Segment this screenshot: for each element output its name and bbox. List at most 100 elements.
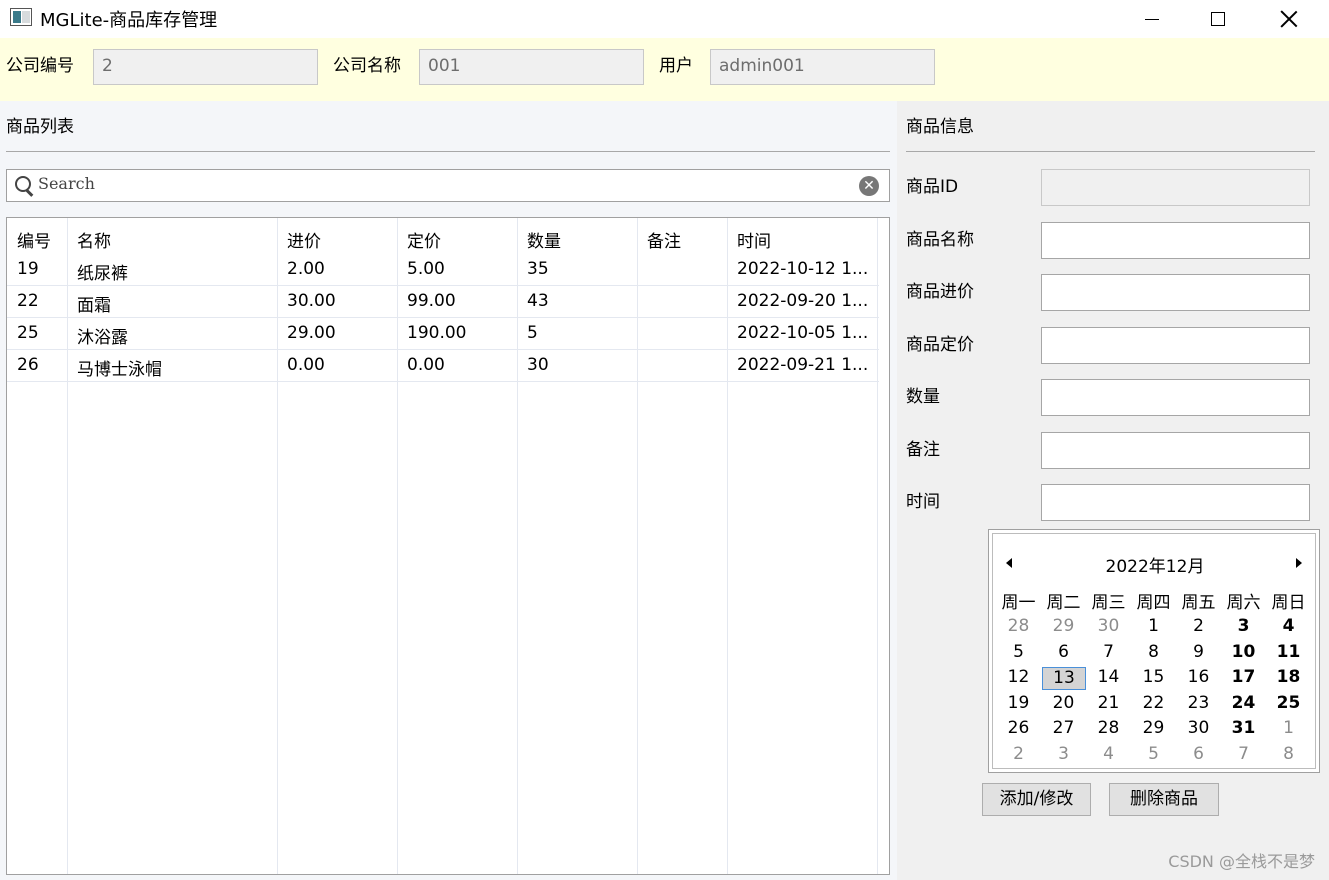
calendar-day[interactable]: 1 (1266, 718, 1311, 738)
table-cell: 2022-09-20 1... (737, 291, 869, 311)
table-cell: 35 (527, 259, 549, 279)
column-header[interactable]: 定价 (407, 227, 441, 252)
calendar-day[interactable]: 17 (1221, 667, 1266, 687)
search-icon (15, 176, 31, 192)
table-cell: 2022-09-21 1... (737, 355, 869, 375)
minimize-button[interactable] (1117, 0, 1187, 38)
calendar-day[interactable]: 2 (1176, 616, 1221, 636)
app-icon (10, 8, 32, 26)
table-row[interactable]: 19 纸尿裤 2.00 5.00 35 2022-10-12 1... (7, 254, 879, 286)
column-header[interactable]: 数量 (527, 227, 561, 252)
calendar-day[interactable]: 11 (1266, 642, 1311, 662)
calendar-day[interactable]: 6 (1176, 744, 1221, 764)
calendar-today[interactable]: 13 (1042, 667, 1086, 690)
table-cell: 5 (527, 323, 538, 343)
calendar-day[interactable]: 4 (1266, 616, 1311, 636)
table-row[interactable]: 22 面霜 30.00 99.00 43 2022-09-20 1... (7, 286, 879, 318)
calendar-day[interactable]: 9 (1176, 642, 1221, 662)
calendar-day[interactable]: 27 (1041, 718, 1086, 738)
field-input[interactable] (1041, 431, 1310, 469)
company-name-label: 公司名称 (333, 56, 401, 76)
close-button[interactable] (1254, 0, 1324, 38)
column-header[interactable]: 进价 (287, 227, 321, 252)
calendar-day[interactable]: 29 (1041, 616, 1086, 636)
calendar-day[interactable]: 21 (1086, 693, 1131, 713)
delete-product-button[interactable]: 删除商品 (1109, 783, 1219, 816)
calendar-day[interactable]: 10 (1221, 642, 1266, 662)
calendar-day[interactable]: 7 (1221, 744, 1266, 764)
weekday-label: 周三 (1091, 593, 1126, 613)
user-field: admin001 (710, 49, 935, 85)
weekday-label: 周日 (1271, 593, 1306, 613)
calendar-day[interactable]: 3 (1221, 616, 1266, 636)
clear-icon[interactable]: ✕ (859, 176, 879, 196)
calendar-day[interactable]: 18 (1266, 667, 1311, 687)
table-cell: 2022-10-05 1... (737, 323, 869, 343)
table-cell: 26 (17, 355, 39, 375)
calendar-day[interactable]: 1 (1131, 616, 1176, 636)
calendar-day[interactable]: 8 (1131, 642, 1176, 662)
date-calendar[interactable]: 2022年12月 周一 周二 周三 周四 周五 周六 周日 28 29 30 1 2 3 4 5 6 7 8 9 10… (988, 529, 1320, 773)
column-header[interactable]: 编号 (17, 227, 51, 252)
calendar-day[interactable]: 5 (996, 642, 1041, 662)
close-icon (1280, 10, 1298, 28)
product-table[interactable]: 编号 名称 进价 定价 数量 备注 时间 19 纸尿裤 2.00 5.00 35 2022-10-12… (6, 217, 890, 875)
calendar-day[interactable]: 28 (996, 616, 1041, 636)
column-header[interactable]: 时间 (737, 227, 771, 252)
search-input[interactable]: Search ✕ (6, 169, 890, 202)
calendar-day[interactable]: 4 (1086, 744, 1131, 764)
column-header[interactable]: 备注 (647, 227, 681, 252)
divider (6, 151, 890, 152)
table-cell: 2.00 (287, 259, 325, 279)
field-input[interactable] (1041, 221, 1310, 259)
table-row[interactable]: 25 沐浴露 29.00 190.00 5 2022-10-05 1... (7, 318, 879, 350)
calendar-day[interactable]: 25 (1266, 693, 1311, 713)
calendar-day[interactable]: 20 (1041, 693, 1086, 713)
field-input[interactable] (1041, 379, 1310, 416)
company-id-label: 公司编号 (6, 56, 74, 76)
company-name-field: 001 (419, 49, 644, 85)
calendar-day[interactable]: 16 (1176, 667, 1221, 687)
maximize-button[interactable] (1183, 0, 1253, 38)
calendar-day[interactable]: 26 (996, 718, 1041, 738)
table-cell: 面霜 (77, 296, 111, 316)
calendar-day[interactable]: 23 (1176, 693, 1221, 713)
calendar-day[interactable]: 19 (996, 693, 1041, 713)
table-cell: 马博士泳帽 (77, 360, 162, 380)
calendar-day[interactable]: 28 (1086, 718, 1131, 738)
field-input[interactable] (1041, 326, 1310, 364)
field-label: 商品进价 (906, 282, 974, 302)
table-row[interactable]: 26 马博士泳帽 0.00 0.00 30 2022-09-21 1... (7, 350, 879, 382)
calendar-day[interactable]: 31 (1221, 718, 1266, 738)
calendar-month-label[interactable]: 2022年12月 (993, 552, 1317, 577)
next-month-icon[interactable] (1296, 558, 1302, 568)
calendar-day[interactable]: 8 (1266, 744, 1311, 764)
company-id-field: 2 (93, 49, 318, 85)
weekday-label: 周一 (1001, 593, 1036, 613)
field-input[interactable] (1041, 484, 1310, 521)
calendar-day[interactable]: 30 (1176, 718, 1221, 738)
calendar-day[interactable]: 24 (1221, 693, 1266, 713)
weekday-label: 周四 (1136, 593, 1171, 613)
add-edit-button[interactable]: 添加/修改 (982, 783, 1091, 816)
table-cell: 30.00 (287, 291, 336, 311)
calendar-day[interactable]: 6 (1041, 642, 1086, 662)
calendar-day[interactable]: 22 (1131, 693, 1176, 713)
field-input (1041, 169, 1310, 206)
column-header[interactable]: 名称 (77, 227, 111, 252)
calendar-day[interactable]: 3 (1041, 744, 1086, 764)
calendar-day[interactable]: 29 (1131, 718, 1176, 738)
field-input[interactable] (1041, 274, 1310, 311)
product-detail-panel: 商品信息 商品ID 商品名称 商品进价 商品定价 数量 备注 时间 2022年12月 周一周… (897, 101, 1329, 880)
calendar-day[interactable]: 14 (1086, 667, 1131, 687)
calendar-day[interactable]: 2 (996, 744, 1041, 764)
calendar-day[interactable]: 12 (996, 667, 1041, 687)
field-label: 商品ID (906, 177, 959, 197)
product-detail-title: 商品信息 (906, 117, 974, 137)
calendar-day[interactable]: 30 (1086, 616, 1131, 636)
calendar-day[interactable]: 5 (1131, 744, 1176, 764)
window-title: MGLite-商品库存管理 (40, 10, 218, 31)
calendar-day[interactable]: 7 (1086, 642, 1131, 662)
weekday-label: 周五 (1181, 593, 1216, 613)
calendar-day[interactable]: 15 (1131, 667, 1176, 687)
